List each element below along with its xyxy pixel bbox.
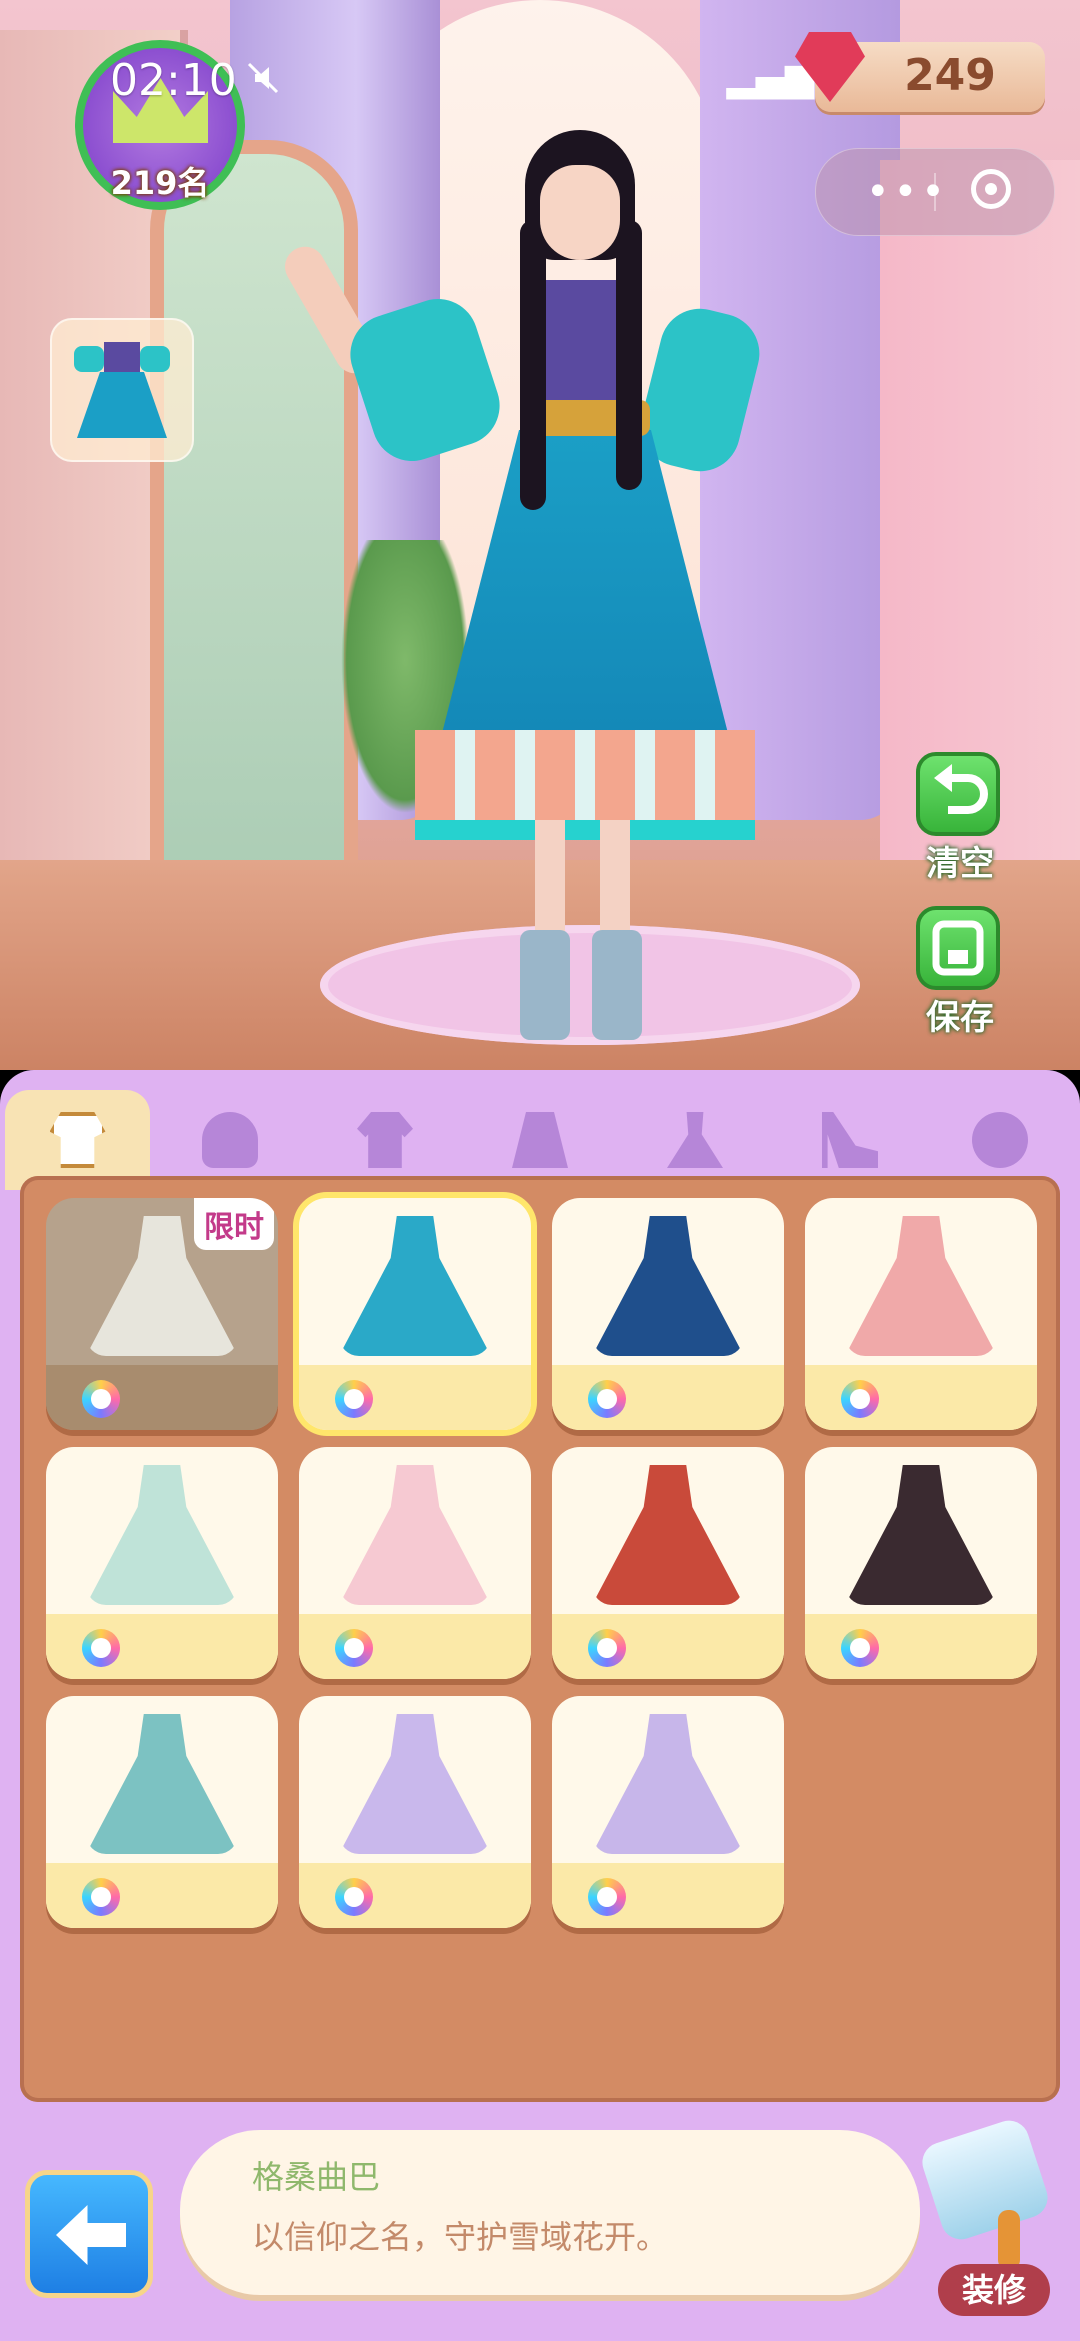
outfit-category-icon (335, 1380, 373, 1418)
outfit-image (592, 1465, 744, 1605)
card-footer (552, 1863, 784, 1928)
accessory-icon (972, 1112, 1028, 1168)
outfit-category-icon (82, 1629, 120, 1667)
character-braid (616, 220, 642, 490)
decorate-button[interactable]: 装修 (938, 2264, 1050, 2316)
tab-hair[interactable] (165, 1090, 295, 1190)
outfit-card[interactable] (552, 1696, 784, 1928)
hair-icon (202, 1112, 258, 1168)
gem-value: 249 (904, 50, 996, 101)
outfit-image (592, 1714, 744, 1854)
outfit-tagline: 以信仰之名，守护雪域花开。 (252, 2218, 669, 2256)
status-time: 02:10 (110, 55, 237, 106)
undo-icon (934, 764, 988, 814)
outfit-category-icon (588, 1380, 626, 1418)
skirt-icon (512, 1112, 568, 1168)
character-braid (520, 220, 546, 510)
outfit-card[interactable] (552, 1447, 784, 1679)
character-boot (592, 930, 642, 1040)
save-label: 保存 (926, 998, 994, 1038)
mute-icon (247, 62, 279, 94)
limited-time-badge: 限时 (194, 1198, 274, 1250)
outfit-card[interactable] (805, 1447, 1037, 1679)
character-boot (520, 930, 570, 1040)
tab-accessory[interactable] (935, 1090, 1065, 1190)
outfit-image (339, 1216, 491, 1356)
outfit-category-icon (335, 1878, 373, 1916)
outfit-category-icon (82, 1878, 120, 1916)
clear-button[interactable] (916, 752, 1000, 836)
outfit-image (86, 1465, 238, 1605)
card-footer (299, 1863, 531, 1928)
outfit-description: 格桑曲巴 以信仰之名，守护雪域花开。 (180, 2130, 920, 2295)
card-footer (46, 1614, 278, 1679)
back-button[interactable] (25, 2170, 153, 2298)
card-footer (552, 1614, 784, 1679)
mirror (150, 140, 358, 948)
card-footer (299, 1614, 531, 1679)
character-skirt-hem (415, 730, 755, 840)
clear-label: 清空 (926, 844, 994, 884)
outfit-image (845, 1216, 997, 1356)
outfit-card[interactable] (299, 1447, 531, 1679)
outfit-category-icon (335, 1629, 373, 1667)
outfit-image (845, 1465, 997, 1605)
tab-full-outfit[interactable] (5, 1090, 150, 1190)
outfit-image (339, 1465, 491, 1605)
close-miniprogram-icon[interactable] (971, 169, 1011, 209)
tab-skirt[interactable] (475, 1090, 605, 1190)
outfit-category-icon (841, 1380, 879, 1418)
outfit-card[interactable]: 限时 (46, 1198, 278, 1430)
outfit-category-icon (82, 1380, 120, 1418)
character-avatar[interactable] (277, 110, 768, 1050)
dress-icon (667, 1112, 723, 1168)
outfit-image (592, 1216, 744, 1356)
outfit-card[interactable] (46, 1696, 278, 1928)
outfit-title: 格桑曲巴 (252, 2158, 381, 2196)
current-outfit-thumbnail[interactable] (50, 318, 194, 462)
card-footer (46, 1863, 278, 1928)
tab-dress[interactable] (630, 1090, 760, 1190)
outfit-card[interactable] (552, 1198, 784, 1430)
card-footer (46, 1365, 278, 1430)
capsule-divider (934, 173, 936, 211)
character-face (540, 165, 620, 260)
rank-label: 219名 (110, 164, 210, 202)
back-arrow-icon (56, 2205, 126, 2265)
outfit-image (86, 1714, 238, 1854)
more-icon[interactable]: ••• (866, 169, 949, 215)
top-icon (357, 1112, 413, 1168)
outfit-category-icon (588, 1629, 626, 1667)
outfit-category-icon (588, 1878, 626, 1916)
outfit-image (339, 1714, 491, 1854)
paint-roller-handle (998, 2210, 1020, 2270)
full-outfit-icon (49, 1112, 106, 1168)
save-button[interactable] (916, 906, 1000, 990)
shoes-icon (822, 1112, 878, 1168)
card-footer (552, 1365, 784, 1430)
card-footer (805, 1365, 1037, 1430)
mini-program-capsule: ••• (815, 148, 1055, 236)
outfit-category-icon (841, 1629, 879, 1667)
outfit-card[interactable] (805, 1198, 1037, 1430)
outfit-card[interactable] (299, 1198, 531, 1430)
dress-thumbnail-icon (74, 342, 170, 438)
outfit-card[interactable] (46, 1447, 278, 1679)
category-tabs (0, 1080, 1080, 1190)
card-footer (805, 1614, 1037, 1679)
outfit-card[interactable] (299, 1696, 531, 1928)
save-icon (932, 920, 984, 976)
card-footer (299, 1365, 531, 1430)
tab-top[interactable] (320, 1090, 450, 1190)
tab-shoes[interactable] (785, 1090, 915, 1190)
